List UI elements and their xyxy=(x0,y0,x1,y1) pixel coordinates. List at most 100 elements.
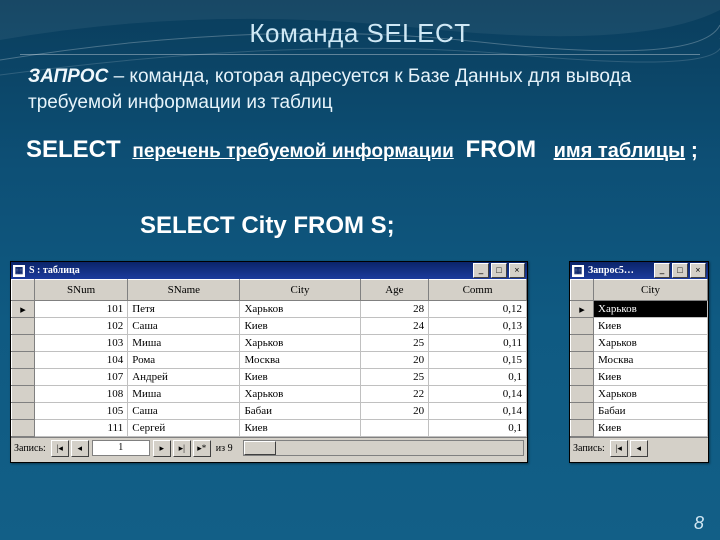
cell[interactable]: 105 xyxy=(35,403,128,420)
cell[interactable]: Москва xyxy=(594,352,708,369)
datagrid-left[interactable]: SNumSNameCityAgeComm▸101ПетяХарьков280,1… xyxy=(11,279,527,437)
row-selector[interactable] xyxy=(571,420,594,437)
cell[interactable]: 20 xyxy=(360,403,429,420)
row-selector[interactable] xyxy=(571,369,594,386)
cell[interactable]: 0,1 xyxy=(429,420,527,437)
cell[interactable]: Киев xyxy=(594,420,708,437)
row-selector[interactable] xyxy=(571,318,594,335)
cell[interactable]: Петя xyxy=(128,301,240,318)
cell[interactable]: 0,14 xyxy=(429,403,527,420)
cell[interactable]: Харьков xyxy=(594,386,708,403)
column-header[interactable]: Age xyxy=(360,280,429,301)
cell[interactable]: 28 xyxy=(360,301,429,318)
minimize-button[interactable]: _ xyxy=(473,263,489,278)
cell[interactable]: 0,11 xyxy=(429,335,527,352)
column-header[interactable]: SName xyxy=(128,280,240,301)
cell[interactable]: 103 xyxy=(35,335,128,352)
column-header[interactable]: SNum xyxy=(35,280,128,301)
row-selector[interactable] xyxy=(571,386,594,403)
nav-record-input[interactable]: 1 xyxy=(92,440,150,456)
cell[interactable]: Харьков xyxy=(240,301,360,318)
cell[interactable]: 0,13 xyxy=(429,318,527,335)
nav-prev-button[interactable]: ◂ xyxy=(630,440,648,457)
cell[interactable]: Миша xyxy=(128,335,240,352)
column-header[interactable]: Comm xyxy=(429,280,527,301)
cell[interactable]: Киев xyxy=(240,318,360,335)
cell[interactable] xyxy=(360,420,429,437)
cell[interactable]: Москва xyxy=(240,352,360,369)
cell[interactable]: Киев xyxy=(594,318,708,335)
cell[interactable]: 108 xyxy=(35,386,128,403)
page-number: 8 xyxy=(694,513,704,534)
nav-first-button[interactable]: |◂ xyxy=(610,440,628,457)
cell[interactable]: Бабаи xyxy=(240,403,360,420)
table-icon: ▦ xyxy=(13,265,25,277)
minimize-button[interactable]: _ xyxy=(654,263,670,278)
horizontal-scrollbar[interactable] xyxy=(243,440,524,456)
row-selector[interactable] xyxy=(571,352,594,369)
cell[interactable]: 25 xyxy=(360,335,429,352)
cell[interactable]: 111 xyxy=(35,420,128,437)
row-selector[interactable]: ▸ xyxy=(12,301,35,318)
cell[interactable]: Киев xyxy=(240,369,360,386)
maximize-button[interactable]: □ xyxy=(672,263,688,278)
cell[interactable]: Харьков xyxy=(240,335,360,352)
row-selector[interactable] xyxy=(12,420,35,437)
nav-prev-button[interactable]: ◂ xyxy=(71,440,89,457)
row-selector[interactable] xyxy=(571,403,594,420)
row-selector[interactable] xyxy=(12,403,35,420)
cell[interactable]: Харьков xyxy=(240,386,360,403)
cell[interactable]: 0,12 xyxy=(429,301,527,318)
nav-last-button[interactable]: ▸| xyxy=(173,440,191,457)
query-icon: ▦ xyxy=(572,265,584,277)
nav-new-button[interactable]: ▸* xyxy=(193,440,211,457)
syntax-line: SELECT перечень требуемой информации FRO… xyxy=(26,136,706,164)
syntax-semicolon: ; xyxy=(691,139,698,162)
row-selector[interactable] xyxy=(12,369,35,386)
cell[interactable]: 25 xyxy=(360,369,429,386)
nav-next-button[interactable]: ▸ xyxy=(153,440,171,457)
cell[interactable]: Саша xyxy=(128,318,240,335)
datagrid-right[interactable]: City▸ХарьковКиевХарьковМоскваКиевХарьков… xyxy=(570,279,708,437)
cell[interactable]: 0,15 xyxy=(429,352,527,369)
row-selector[interactable]: ▸ xyxy=(571,301,594,318)
row-selector[interactable] xyxy=(12,318,35,335)
description: ЗАПРОС – команда, которая адресуется к Б… xyxy=(28,64,688,115)
cell[interactable]: Харьков xyxy=(594,301,708,318)
cell[interactable]: 0,14 xyxy=(429,386,527,403)
cell[interactable]: 0,1 xyxy=(429,369,527,386)
cell[interactable]: 20 xyxy=(360,352,429,369)
titlebar-right[interactable]: ▦ Запрос5… _ □ × xyxy=(570,262,708,279)
cell[interactable]: Миша xyxy=(128,386,240,403)
cell[interactable]: 107 xyxy=(35,369,128,386)
cell[interactable]: Сергей xyxy=(128,420,240,437)
row-selector[interactable] xyxy=(12,352,35,369)
scrollbar-thumb[interactable] xyxy=(244,441,276,455)
cell[interactable]: Киев xyxy=(594,369,708,386)
cell[interactable]: Киев xyxy=(240,420,360,437)
close-button[interactable]: × xyxy=(509,263,525,278)
cell[interactable]: 24 xyxy=(360,318,429,335)
close-button[interactable]: × xyxy=(690,263,706,278)
keyword-from: FROM xyxy=(465,136,536,163)
cell[interactable]: 104 xyxy=(35,352,128,369)
cell[interactable]: Бабаи xyxy=(594,403,708,420)
row-selector[interactable] xyxy=(12,335,35,352)
record-navigator-left: Запись: |◂ ◂ 1 ▸ ▸| ▸* из 9 xyxy=(11,437,527,458)
cell[interactable]: Рома xyxy=(128,352,240,369)
row-selector[interactable] xyxy=(571,335,594,352)
nav-first-button[interactable]: |◂ xyxy=(51,440,69,457)
cell[interactable]: 101 xyxy=(35,301,128,318)
maximize-button[interactable]: □ xyxy=(491,263,507,278)
syntax-columns: перечень требуемой информации xyxy=(132,141,453,162)
cell[interactable]: 102 xyxy=(35,318,128,335)
column-header[interactable]: City xyxy=(594,280,708,301)
nav-of-label: из 9 xyxy=(216,443,233,454)
cell[interactable]: Харьков xyxy=(594,335,708,352)
cell[interactable]: 22 xyxy=(360,386,429,403)
titlebar-left[interactable]: ▦ S : таблица _ □ × xyxy=(11,262,527,279)
cell[interactable]: Саша xyxy=(128,403,240,420)
row-selector[interactable] xyxy=(12,386,35,403)
column-header[interactable]: City xyxy=(240,280,360,301)
cell[interactable]: Андрей xyxy=(128,369,240,386)
